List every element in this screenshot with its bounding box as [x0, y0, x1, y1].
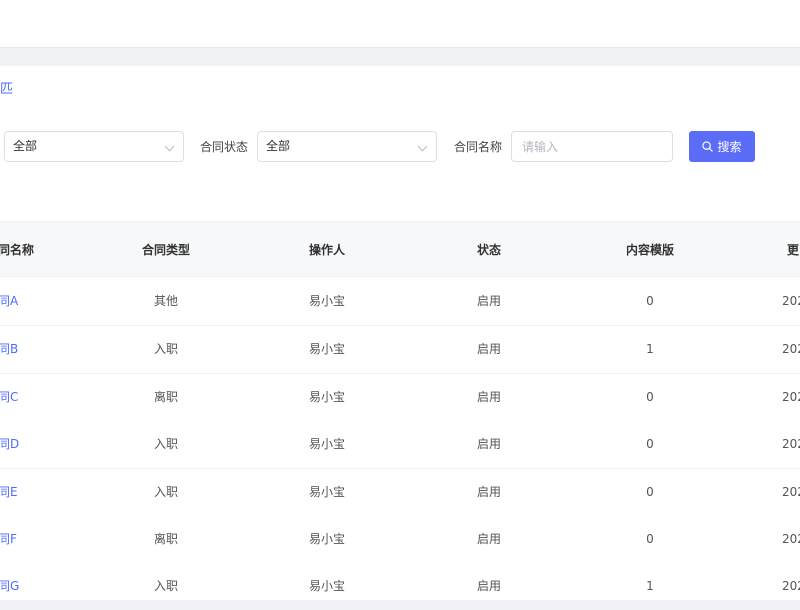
contract-type-cell: 其他: [153, 294, 179, 308]
updated-cell: 202: [782, 485, 800, 499]
column-header-type[interactable]: 合同类型: [142, 222, 190, 278]
updated-cell: 202: [782, 579, 800, 593]
template-count-cell: 0: [646, 294, 654, 308]
contract-name-label: 合同名称: [454, 140, 503, 154]
contract-status-label: 合同状态: [200, 140, 249, 154]
contract-type-select[interactable]: 全部: [4, 131, 184, 162]
updated-cell: 202: [782, 437, 800, 451]
status-cell: 启用: [476, 437, 502, 451]
contract-name-link[interactable]: 合同G: [0, 563, 19, 610]
template-count-cell: 1: [646, 342, 654, 356]
contract-type-cell: 离职: [153, 390, 179, 404]
column-header-operator[interactable]: 操作人: [309, 222, 345, 278]
table-row: 合同A 其他 易小宝 启用 0 202: [0, 278, 800, 326]
template-count-cell: 0: [646, 390, 654, 404]
operator-cell: 易小宝: [308, 390, 346, 404]
updated-cell: 202: [782, 390, 800, 404]
operator-cell: 易小宝: [308, 294, 346, 308]
table-row: 合同E 入职 易小宝 启用 0 202: [0, 469, 800, 517]
contract-type-cell: 入职: [153, 579, 179, 593]
updated-cell: 202: [782, 342, 800, 356]
status-cell: 启用: [476, 485, 502, 499]
operator-cell: 易小宝: [308, 342, 346, 356]
status-cell: 启用: [476, 579, 502, 593]
column-header-template[interactable]: 内容模版: [626, 222, 674, 278]
search-icon: [702, 141, 714, 152]
contract-name-link[interactable]: 合同A: [0, 278, 18, 325]
contract-name-link[interactable]: 合同F: [0, 516, 17, 563]
search-button[interactable]: 搜索: [689, 131, 755, 162]
contract-type-cell: 离职: [153, 532, 179, 546]
contract-type-cell: 入职: [153, 437, 179, 451]
contract-status-select-value: 全部: [266, 139, 291, 153]
status-cell: 启用: [476, 390, 502, 404]
contract-name-input[interactable]: [511, 131, 673, 162]
table-row: 合同B 入职 易小宝 启用 1 202: [0, 326, 800, 374]
contract-type-select-value: 全部: [13, 139, 38, 153]
operator-cell: 易小宝: [308, 485, 346, 499]
template-count-cell: 0: [646, 532, 654, 546]
status-cell: 启用: [476, 342, 502, 356]
column-header-name[interactable]: 同名称: [0, 222, 34, 278]
page-gap: [0, 48, 800, 66]
contract-status-select[interactable]: 全部: [257, 131, 437, 162]
contract-type-cell: 入职: [153, 342, 179, 356]
table-row: 合同D 入职 易小宝 启用 0 202: [0, 421, 800, 469]
contract-name-link[interactable]: 合同D: [0, 421, 19, 468]
status-cell: 启用: [476, 294, 502, 308]
column-header-status[interactable]: 状态: [477, 222, 501, 278]
contract-type-cell: 入职: [153, 485, 179, 499]
updated-cell: 202: [782, 294, 800, 308]
template-count-cell: 1: [646, 579, 654, 593]
operator-cell: 易小宝: [308, 437, 346, 451]
column-header-updated[interactable]: 更: [787, 222, 799, 278]
table-row: 合同G 入职 易小宝 启用 1 202: [0, 563, 800, 600]
template-count-cell: 0: [646, 437, 654, 451]
table-row: 合同F 离职 易小宝 启用 0 202: [0, 516, 800, 564]
operator-cell: 易小宝: [308, 532, 346, 546]
search-button-label: 搜索: [717, 140, 742, 154]
contract-name-link[interactable]: 合同E: [0, 469, 18, 516]
status-cell: 启用: [476, 532, 502, 546]
top-header-bar: [0, 0, 800, 48]
chevron-down-icon: [417, 141, 428, 152]
contract-name-link[interactable]: 合同C: [0, 374, 18, 421]
breadcrumb-tail[interactable]: 匹: [0, 78, 13, 97]
template-count-cell: 0: [646, 485, 654, 499]
table-header: 同名称 合同类型 操作人 状态 内容模版 更: [0, 221, 800, 277]
chevron-down-icon: [164, 141, 175, 152]
operator-cell: 易小宝: [308, 579, 346, 593]
contract-name-link[interactable]: 合同B: [0, 326, 18, 373]
updated-cell: 202: [782, 532, 800, 546]
table-row: 合同C 离职 易小宝 启用 0 202: [0, 374, 800, 422]
